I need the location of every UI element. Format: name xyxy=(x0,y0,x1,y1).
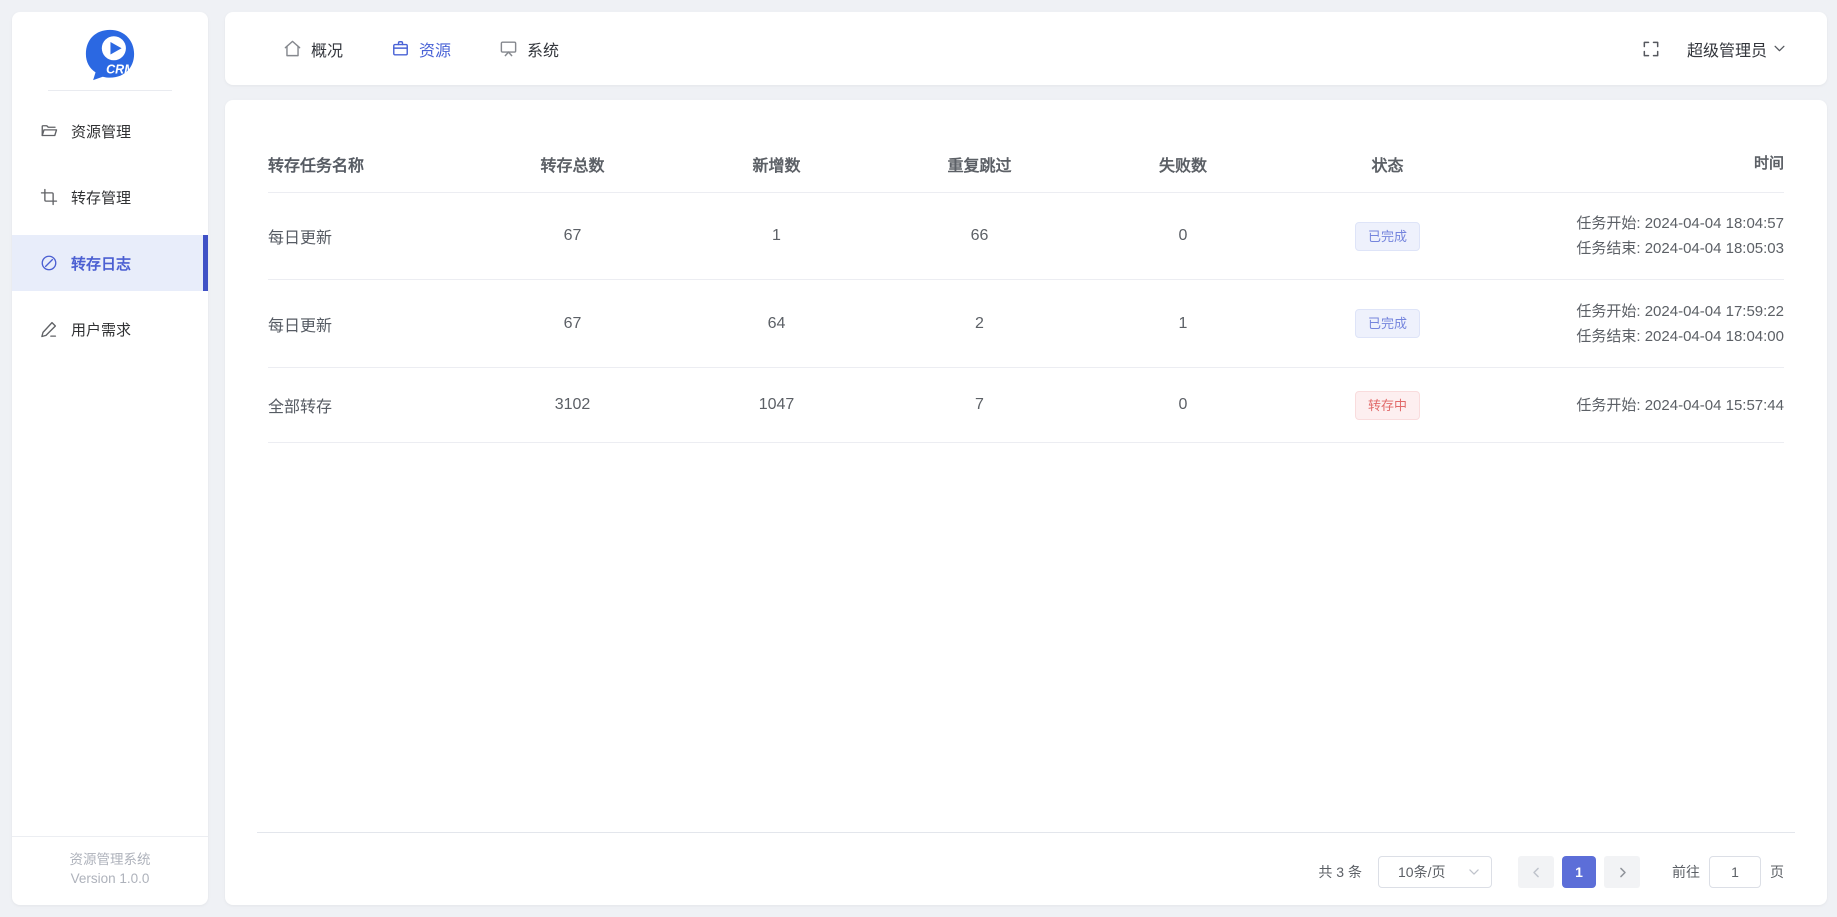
col-header-time: 时间 xyxy=(1753,155,1784,172)
col-header-skipped: 重复跳过 xyxy=(947,157,1012,175)
app-version: Version 1.0.0 xyxy=(70,871,150,886)
cell-added: 1 xyxy=(772,227,781,244)
sidebar-menu: 资源管理 转存管理 转存日志 用户需求 xyxy=(12,103,208,357)
chevron-left-icon xyxy=(1532,867,1539,877)
edit-icon xyxy=(41,321,57,338)
sidebar-item-transfer-log[interactable]: 转存日志 xyxy=(12,235,208,291)
sidebar-footer: 资源管理系统 Version 1.0.0 xyxy=(12,836,208,905)
crop-icon xyxy=(40,188,58,206)
user-menu[interactable]: 超级管理员 xyxy=(1687,37,1787,61)
sidebar-item-label: 转存日志 xyxy=(71,255,132,273)
cell-failed: 0 xyxy=(1178,227,1188,244)
cell-status: 转存中 xyxy=(1285,390,1490,420)
page-size-select[interactable]: 10条/页 xyxy=(1378,856,1492,888)
task-start-time: 任务开始: 2024-04-04 17:59:22 xyxy=(1576,302,1784,320)
cell-time: 任务开始: 2024-04-04 17:59:22 任务结束: 2024-04-… xyxy=(1490,299,1784,349)
tab-label: 系统 xyxy=(527,42,560,60)
sidebar: CRM 资源管理 转存管理 转存日志 用户需求 资源管理系统 Version 1… xyxy=(12,12,208,905)
cell-skipped: 2 xyxy=(975,314,984,332)
page-size-value: 10条/页 xyxy=(1398,864,1446,880)
pagination-divider xyxy=(257,832,1795,833)
sidebar-item-label: 资源管理 xyxy=(71,123,132,141)
tab-label: 概况 xyxy=(311,42,344,60)
cell-added: 64 xyxy=(767,314,786,332)
cell-total: 67 xyxy=(563,314,582,332)
task-start-time: 任务开始: 2024-04-04 15:57:44 xyxy=(1576,396,1784,414)
cell-status: 已完成 xyxy=(1285,309,1490,338)
cell-time: 任务开始: 2024-04-04 18:04:57 任务结束: 2024-04-… xyxy=(1490,211,1784,261)
status-badge: 转存中 xyxy=(1354,390,1420,420)
fullscreen-button[interactable] xyxy=(1641,39,1661,59)
col-header-total: 转存总数 xyxy=(540,157,605,175)
chevron-right-icon xyxy=(1619,867,1626,877)
goto-unit-label: 页 xyxy=(1770,864,1784,880)
tab-system[interactable]: 系统 xyxy=(499,37,559,61)
cell-task-name: 全部转存 xyxy=(268,399,333,416)
cell-skipped: 66 xyxy=(970,227,989,244)
task-start-time: 任务开始: 2024-04-04 18:04:57 xyxy=(1576,215,1784,232)
top-nav: 概况 资源 系统 xyxy=(283,37,559,61)
page-number-button[interactable]: 1 xyxy=(1562,856,1596,888)
sidebar-item-label: 用户需求 xyxy=(71,321,132,339)
task-end-time: 任务结束: 2024-04-04 18:04:00 xyxy=(1576,327,1784,345)
topbar-right: 超级管理员 xyxy=(1641,37,1787,61)
sidebar-item-user-requests[interactable]: 用户需求 xyxy=(12,301,208,357)
cell-added: 1047 xyxy=(758,396,795,413)
transfer-log-table: 转存任务名称 转存总数 新增数 重复跳过 失败数 状态 时间 每日更新 67 1… xyxy=(268,100,1784,443)
status-badge: 已完成 xyxy=(1354,309,1420,338)
cell-status: 已完成 xyxy=(1285,221,1490,251)
table-header-row: 转存任务名称 转存总数 新增数 重复跳过 失败数 状态 时间 xyxy=(268,135,1784,193)
sidebar-item-resource-management[interactable]: 资源管理 xyxy=(12,103,208,159)
next-page-button[interactable] xyxy=(1604,856,1640,888)
cell-total: 3102 xyxy=(554,396,591,413)
pagination: 共 3 条 10条/页 1 前往 页 xyxy=(1318,856,1784,888)
task-end-time: 任务结束: 2024-04-04 18:05:03 xyxy=(1576,240,1784,257)
goto-label: 前往 xyxy=(1672,864,1700,880)
cell-task-name: 每日更新 xyxy=(268,317,333,335)
monitor-icon xyxy=(500,41,517,57)
cell-failed: 0 xyxy=(1178,396,1188,413)
cell-skipped: 7 xyxy=(975,396,984,413)
svg-text:CRM: CRM xyxy=(106,62,135,76)
col-header-status: 状态 xyxy=(1371,157,1404,175)
table-row: 全部转存 3102 1047 7 0 转存中 任务开始: 2024-04-04 … xyxy=(268,368,1784,443)
sidebar-item-label: 转存管理 xyxy=(71,189,132,207)
goto-page-group: 前往 页 xyxy=(1672,856,1784,888)
sidebar-divider xyxy=(48,90,172,91)
briefcase-icon xyxy=(393,41,408,56)
app-logo: CRM xyxy=(12,12,208,90)
cell-time: 任务开始: 2024-04-04 15:57:44 xyxy=(1490,393,1784,418)
col-header-added: 新增数 xyxy=(752,157,801,175)
crm-logo-icon: CRM xyxy=(85,29,135,81)
compass-icon xyxy=(41,255,57,271)
main-panel: 转存任务名称 转存总数 新增数 重复跳过 失败数 状态 时间 每日更新 67 1… xyxy=(225,100,1827,905)
table-row: 每日更新 67 64 2 1 已完成 任务开始: 2024-04-04 17:5… xyxy=(268,280,1784,368)
chevron-down-icon xyxy=(1469,869,1479,875)
tab-overview[interactable]: 概况 xyxy=(283,37,343,61)
cell-total: 67 xyxy=(563,227,582,244)
tab-resources[interactable]: 资源 xyxy=(391,37,451,61)
goto-page-input[interactable] xyxy=(1709,856,1761,888)
total-count-label: 共 3 条 xyxy=(1318,864,1362,880)
sidebar-item-transfer-management[interactable]: 转存管理 xyxy=(12,169,208,225)
topbar: 概况 资源 系统 超级管理员 xyxy=(225,12,1827,85)
fullscreen-icon xyxy=(1643,41,1659,56)
app-name: 资源管理系统 xyxy=(69,852,151,867)
chevron-down-icon xyxy=(1774,45,1785,52)
col-header-task-name: 转存任务名称 xyxy=(268,157,365,175)
col-header-failed: 失败数 xyxy=(1158,157,1207,175)
cell-task-name: 每日更新 xyxy=(268,230,333,247)
prev-page-button[interactable] xyxy=(1518,856,1554,888)
table-row: 每日更新 67 1 66 0 已完成 任务开始: 2024-04-04 18:0… xyxy=(268,193,1784,280)
cell-failed: 1 xyxy=(1178,314,1188,332)
folder-icon xyxy=(41,125,58,137)
user-name: 超级管理员 xyxy=(1686,42,1767,60)
tab-label: 资源 xyxy=(419,42,452,60)
status-badge: 已完成 xyxy=(1354,221,1420,251)
home-icon xyxy=(284,40,301,57)
